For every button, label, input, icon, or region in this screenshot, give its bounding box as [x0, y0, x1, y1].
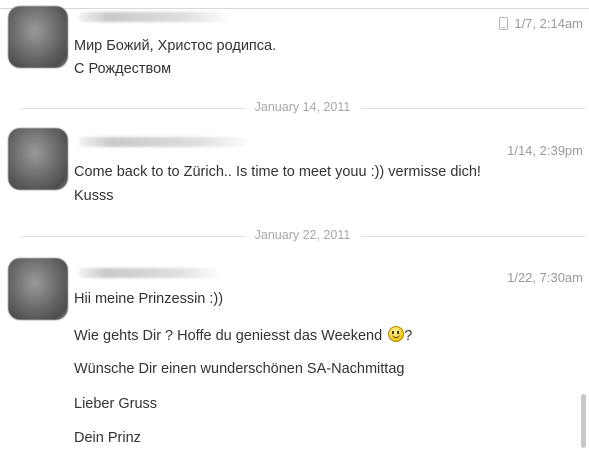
sender-avatar[interactable]	[8, 128, 68, 190]
timestamp-text: 1/14, 2:39pm	[507, 143, 583, 158]
timestamp-text: 1/22, 7:30am	[507, 270, 583, 285]
message-line-with-emoticon: Wie gehts Dir ? Hoffe du geniesst das We…	[74, 326, 412, 344]
message-line: Come back to to Zürich.. Is time to meet…	[74, 164, 481, 180]
message-line: Lieber Gruss	[74, 396, 158, 412]
sender-name-redacted	[78, 137, 248, 147]
sender-avatar[interactable]	[8, 6, 68, 68]
sender-name-redacted	[78, 12, 228, 22]
date-divider: January 14, 2011	[20, 99, 585, 117]
mobile-phone-icon	[499, 17, 509, 30]
message-text: Wie gehts Dir ? Hoffe du geniesst das We…	[74, 328, 383, 344]
date-divider: January 22, 2011	[20, 227, 585, 245]
message-line: С Рождеством	[74, 61, 172, 77]
message-line: Kusss	[74, 188, 114, 204]
timestamp-text: 1/7, 2:14am	[514, 16, 583, 31]
message-line: Hii meine Prinzessin :))	[74, 291, 224, 307]
divider-date: January 14, 2011	[244, 100, 361, 114]
sender-name-redacted	[78, 268, 218, 278]
smiley-emoticon-icon	[388, 326, 405, 342]
sender-avatar[interactable]	[8, 258, 68, 320]
message-timestamp: 1/22, 7:30am	[507, 270, 583, 285]
message-line: Dein Prinz	[74, 430, 141, 446]
message-line: Wünsche Dir einen wunderschönen SA-Nachm…	[74, 361, 405, 377]
divider-date: January 22, 2011	[244, 228, 361, 242]
message-timestamp: 1/14, 2:39pm	[507, 143, 583, 158]
message-timestamp: 1/7, 2:14am	[499, 16, 583, 31]
top-border	[0, 8, 589, 9]
message-text: ?	[404, 328, 413, 344]
scrollbar[interactable]	[581, 394, 586, 448]
message-line: Мир Божий, Христос родипса.	[74, 38, 277, 54]
